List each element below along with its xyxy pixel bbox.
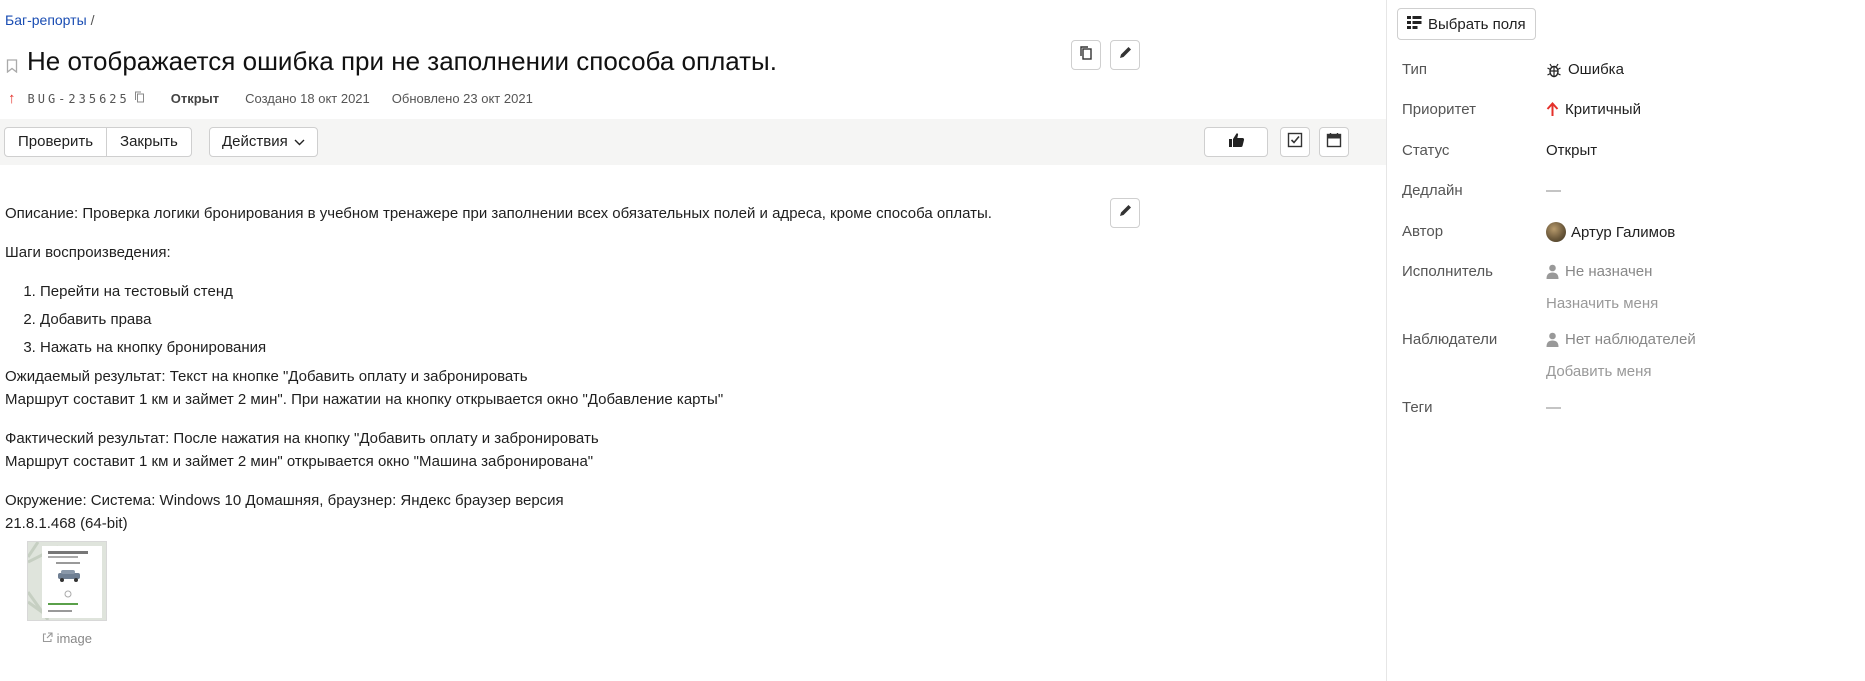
arrow-up-icon — [1546, 102, 1559, 117]
assign-me-link[interactable]: Назначить меня — [1546, 295, 1658, 312]
environment-line-1: Окружение: Система: Windows 10 Домашняя,… — [5, 492, 564, 509]
copy-icon — [1078, 45, 1094, 66]
list-item: Добавить права — [40, 308, 1325, 331]
calendar-button[interactable] — [1319, 127, 1349, 157]
thumbs-up-icon — [1228, 132, 1245, 153]
edit-icon — [1118, 45, 1133, 65]
list-item: Нажать на кнопку бронирования — [40, 336, 1325, 359]
priority-text: Критичный — [1565, 101, 1641, 118]
assignee-value[interactable]: Не назначен — [1546, 263, 1652, 280]
arrow-up-icon: ↑ — [8, 90, 16, 107]
type-text: Ошибка — [1568, 61, 1624, 78]
steps-title: Шаги воспроизведения: — [5, 244, 171, 261]
steps-list: Перейти на тестовый стенд Добавить права… — [5, 280, 1325, 359]
status-badge[interactable]: Открыт — [171, 91, 219, 106]
status-label: Статус — [1402, 142, 1450, 159]
deadline-label: Дедлайн — [1402, 182, 1463, 199]
status-value[interactable]: Открыт — [1546, 142, 1597, 159]
watchers-text: Нет наблюдателей — [1565, 331, 1696, 348]
select-fields-button[interactable]: Выбрать поля — [1397, 8, 1536, 40]
author-name: Артур Галимов — [1571, 223, 1676, 241]
like-button[interactable] — [1204, 127, 1268, 157]
description-text: Описание: Проверка логики бронирования в… — [5, 205, 992, 222]
actual-result: Фактический результат: После нажатия на … — [5, 427, 1325, 473]
close-button[interactable]: Закрыть — [106, 128, 191, 156]
checklist-icon — [1287, 132, 1303, 153]
attachment-caption[interactable]: image — [27, 627, 107, 650]
columns-icon — [1407, 15, 1422, 33]
checklist-button[interactable] — [1280, 127, 1310, 157]
external-link-icon — [42, 631, 57, 646]
issue-sidebar: Выбрать поля Тип Ошибка Приоритет Критич… — [1387, 0, 1865, 681]
issue-title: Не отображается ошибка при не заполнении… — [27, 46, 777, 76]
attachment-name: image — [56, 631, 93, 646]
actions-label: Действия — [222, 133, 288, 150]
copy-key-icon[interactable] — [134, 91, 145, 106]
check-button[interactable]: Проверить — [5, 128, 106, 156]
expected-result: Ожидаемый результат: Текст на кнопке "До… — [5, 365, 1325, 411]
assignee-text: Не назначен — [1565, 263, 1653, 280]
select-fields-label: Выбрать поля — [1428, 15, 1526, 33]
page: Баг-репорты / Не отображается ошибка при … — [0, 0, 1865, 681]
issue-key: BUG-235625 — [27, 91, 130, 106]
user-icon — [1546, 264, 1559, 279]
bug-icon — [1546, 62, 1562, 78]
edit-title-button[interactable] — [1110, 40, 1140, 70]
actions-dropdown[interactable]: Действия — [209, 127, 318, 157]
created-date: Создано 18 окт 2021 — [245, 91, 370, 106]
avatar — [1546, 222, 1566, 242]
tags-value[interactable]: — — [1546, 399, 1561, 416]
environment: Окружение: Система: Windows 10 Домашняя,… — [5, 489, 1325, 535]
copy-link-button[interactable] — [1071, 40, 1101, 70]
type-label: Тип — [1402, 61, 1428, 78]
title-row: Не отображается ошибка при не заполнении… — [6, 46, 777, 77]
updated-date: Обновлено 23 окт 2021 — [391, 91, 533, 106]
issue-main: Баг-репорты / Не отображается ошибка при … — [0, 0, 1386, 681]
attachment: image — [27, 541, 107, 650]
add-me-link[interactable]: Добавить меня — [1546, 363, 1652, 380]
issue-description: Описание: Проверка логики бронирования в… — [5, 202, 1325, 650]
watchers-value[interactable]: Нет наблюдателей — [1546, 331, 1696, 348]
chevron-down-icon — [294, 128, 305, 156]
priority-label: Приоритет — [1402, 101, 1476, 118]
deadline-value[interactable]: — — [1546, 182, 1561, 199]
action-toolbar: Проверить Закрыть Действия — [0, 119, 1386, 165]
expected-line-1: Ожидаемый результат: Текст на кнопке "До… — [5, 368, 528, 385]
assignee-label: Исполнитель — [1402, 263, 1493, 280]
user-icon — [1546, 332, 1559, 347]
actual-line-2: Маршрут составит 1 км и займет 2 мин" от… — [5, 453, 594, 470]
type-value[interactable]: Ошибка — [1546, 61, 1624, 78]
calendar-icon — [1326, 132, 1342, 153]
breadcrumb: Баг-репорты / — [5, 12, 95, 28]
transition-button-group: Проверить Закрыть — [4, 127, 192, 157]
author-label: Автор — [1402, 223, 1444, 240]
environment-line-2: 21.8.1.468 (64-bit) — [5, 515, 128, 532]
tags-label: Теги — [1402, 399, 1433, 416]
expected-line-2: Маршрут составит 1 км и займет 2 мин". П… — [5, 391, 724, 408]
breadcrumb-separator: / — [90, 12, 95, 28]
issue-meta: ↑ BUG-235625 Открыт Создано 18 окт 2021 … — [8, 90, 533, 107]
list-item: Перейти на тестовый стенд — [40, 280, 1325, 303]
breadcrumb-link-bug-reports[interactable]: Баг-репорты — [5, 12, 87, 28]
actual-line-1: Фактический результат: После нажатия на … — [5, 430, 599, 447]
author-value[interactable]: Артур Галимов — [1546, 222, 1675, 242]
attachment-thumbnail[interactable] — [27, 541, 107, 621]
bookmark-icon[interactable] — [6, 58, 18, 73]
priority-value[interactable]: Критичный — [1546, 101, 1641, 118]
watchers-label: Наблюдатели — [1402, 331, 1498, 348]
